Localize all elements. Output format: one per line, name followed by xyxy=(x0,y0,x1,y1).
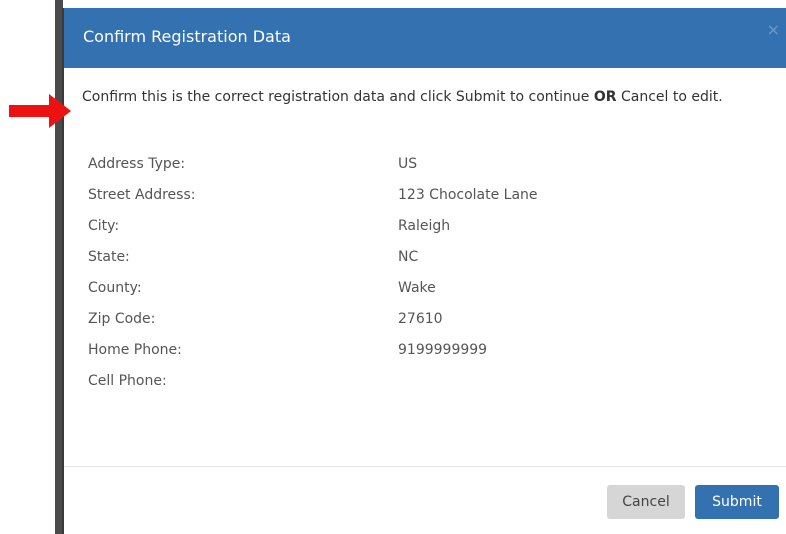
field-row-zip-code: Zip Code: 27610 xyxy=(88,311,688,342)
field-value: 27610 xyxy=(398,311,443,327)
red-arrow-right-icon xyxy=(9,94,71,128)
field-row-city: City: Raleigh xyxy=(88,218,688,249)
field-label: City: xyxy=(88,218,120,234)
field-row-street-address: Street Address: 123 Chocolate Lane xyxy=(88,187,688,218)
field-row-state: State: NC xyxy=(88,249,688,280)
field-row-home-phone: Home Phone: 9199999999 xyxy=(88,342,688,373)
registration-fields: Address Type: US Street Address: 123 Cho… xyxy=(88,156,688,404)
field-label: Address Type: xyxy=(88,156,186,172)
submit-button[interactable]: Submit xyxy=(695,485,779,519)
footer-divider xyxy=(64,466,786,467)
modal-header: Confirm Registration Data × xyxy=(64,8,786,68)
close-icon[interactable]: × xyxy=(767,22,780,38)
field-row-address-type: Address Type: US xyxy=(88,156,688,187)
field-value: 9199999999 xyxy=(398,342,488,358)
field-value: Wake xyxy=(398,280,436,296)
field-label: Zip Code: xyxy=(88,311,156,327)
intro-text-or: OR xyxy=(593,89,617,105)
field-label: County: xyxy=(88,280,142,296)
field-label: Cell Phone: xyxy=(88,373,167,389)
field-label: Home Phone: xyxy=(88,342,182,358)
field-label: Street Address: xyxy=(88,187,196,203)
field-value: Raleigh xyxy=(398,218,451,234)
cancel-button[interactable]: Cancel xyxy=(607,485,685,519)
intro-text-end: Cancel to edit. xyxy=(616,89,723,105)
field-value: 123 Chocolate Lane xyxy=(398,187,538,203)
field-value: US xyxy=(398,156,418,172)
intro-text-start: Confirm this is the correct registration… xyxy=(82,89,594,105)
intro-text: Confirm this is the correct registration… xyxy=(82,88,774,107)
field-value: NC xyxy=(398,249,419,265)
confirm-registration-modal: Confirm Registration Data × Confirm this… xyxy=(62,8,786,534)
field-label: State: xyxy=(88,249,130,265)
modal-title: Confirm Registration Data xyxy=(83,27,291,46)
field-row-county: County: Wake xyxy=(88,280,688,311)
field-row-cell-phone: Cell Phone: xyxy=(88,373,688,404)
